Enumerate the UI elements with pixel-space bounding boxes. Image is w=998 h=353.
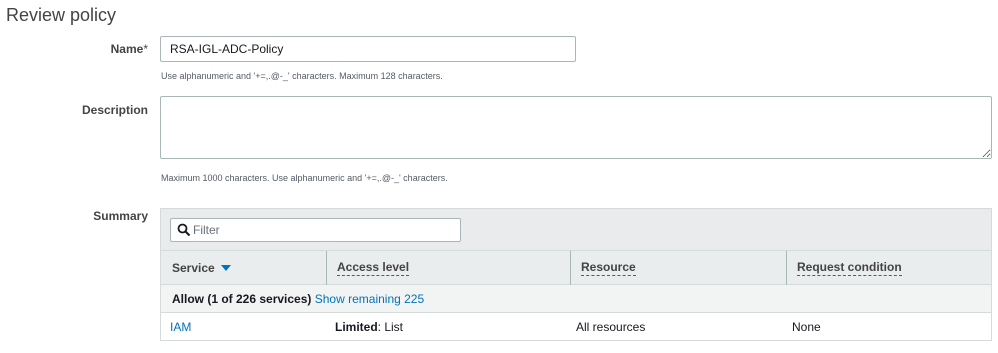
access-level-rest: : List [377,320,404,334]
name-label-text: Name [110,42,144,56]
description-label: Description [81,103,148,117]
service-cell: IAM [161,313,191,341]
table-row: IAM Limited: List All resources None [161,313,991,341]
description-hint: Maximum 1000 characters. Use alphanumeri… [161,173,448,183]
access-level-cell: Limited: List [326,313,403,341]
filter-field[interactable] [170,218,461,242]
allow-group-label: Allow (1 of 226 services) [172,291,312,306]
summary-label: Summary [93,209,148,223]
name-hint: Use alphanumeric and '+=,.@-_' character… [161,71,443,81]
name-label: Name* [111,42,148,56]
column-header-service-label: Service [172,261,215,275]
summary-table: Service Access level Resource Request co… [160,208,992,341]
resource-cell: All resources [576,320,646,334]
service-link[interactable]: IAM [170,320,191,334]
filter-bar [161,209,991,251]
column-header-request-condition[interactable]: Request condition [786,251,991,285]
filter-input[interactable] [193,219,458,241]
access-level-strong: Limited [335,320,378,334]
sort-descending-icon[interactable] [220,265,231,271]
column-header-resource[interactable]: Resource [570,251,786,285]
policy-name-input[interactable] [160,36,576,62]
column-header-access-level[interactable]: Access level [326,251,570,285]
allow-group-row: Allow (1 of 226 services) Show remaining… [161,285,991,313]
column-header-service[interactable]: Service [161,251,326,285]
show-remaining-link[interactable]: Show remaining 225 [315,292,424,306]
page-title: Review policy [6,5,117,25]
column-header-resource-label: Resource [581,260,636,276]
description-textarea[interactable] [160,96,992,159]
column-header-row: Service Access level Resource Request co… [161,251,991,285]
column-header-access-level-label: Access level [337,260,410,276]
column-header-request-condition-label: Request condition [797,260,902,276]
required-mark: * [143,42,148,56]
request-condition-cell: None [792,320,821,334]
search-icon [177,223,191,237]
